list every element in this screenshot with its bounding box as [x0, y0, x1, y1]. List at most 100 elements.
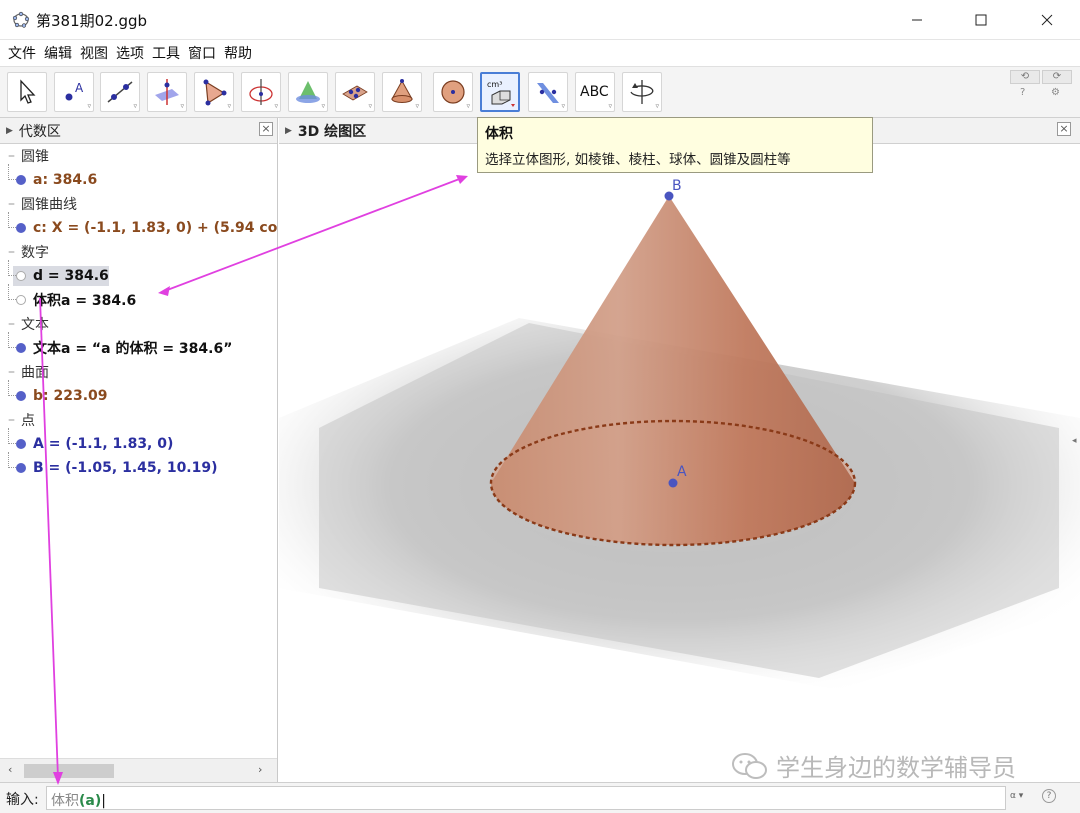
rotate-view-tool-button[interactable]: ▿ [622, 72, 662, 112]
close-algebra-button[interactable]: × [259, 122, 273, 136]
input-field[interactable]: 体积(a)| [46, 786, 1006, 810]
tree-connector [8, 380, 16, 396]
collapse-dash-icon[interactable]: – [8, 412, 15, 428]
visibility-toggle-icon[interactable] [16, 175, 26, 185]
side-collapse-icon[interactable]: ◂ [1072, 436, 1077, 446]
svg-text:A: A [75, 81, 84, 95]
menu-options[interactable]: 选项 [112, 43, 148, 63]
undo-button[interactable]: ⟲ [1010, 70, 1040, 84]
reflect-tool-button[interactable]: ▿ [528, 72, 568, 112]
polygon-tool-button[interactable]: ▿ [194, 72, 234, 112]
redo-button[interactable]: ⟳ [1042, 70, 1072, 84]
volume-tool-button[interactable]: cm³ [480, 72, 520, 112]
scroll-right-icon[interactable]: › [258, 763, 262, 776]
algebra-item[interactable]: a: 384.6 [0, 164, 277, 192]
expand-caret-icon[interactable]: ▶ [285, 126, 292, 136]
title-bar: 第381期02.ggb [0, 0, 1080, 40]
menu-file[interactable]: 文件 [4, 43, 40, 63]
algebra-group[interactable]: – 点 [0, 408, 277, 432]
algebra-header[interactable]: ▶ 代数区 × [0, 118, 277, 144]
circle-axis-tool-button[interactable]: ▿ [241, 72, 281, 112]
point-tool-button[interactable]: A ▿ [54, 72, 94, 112]
move-tool-button[interactable] [7, 72, 47, 112]
algebra-group[interactable]: – 曲面 [0, 360, 277, 384]
algebra-item[interactable]: 文本a = “a 的体积 = 384.6” [0, 332, 277, 360]
move-tool-icon [20, 79, 36, 104]
algebra-item[interactable]: 体积a = 384.6 [0, 284, 277, 312]
maximize-button[interactable] [958, 0, 1004, 40]
algebra-expression[interactable]: 文本a = “a 的体积 = 384.6” [33, 338, 232, 358]
visibility-toggle-icon[interactable] [16, 295, 26, 305]
algebra-expression[interactable]: c: X = (-1.1, 1.83, 0) + (5.94 cos [33, 220, 277, 236]
visibility-toggle-icon[interactable] [16, 391, 26, 401]
point-B-label: B [672, 178, 682, 194]
plane-intersect-tool-button[interactable]: ▿ [288, 72, 328, 112]
scroll-thumb[interactable] [24, 764, 114, 778]
minimize-icon [912, 19, 922, 21]
algebra-item[interactable]: c: X = (-1.1, 1.83, 0) + (5.94 cos [0, 212, 277, 240]
collapse-dash-icon[interactable]: – [8, 196, 15, 212]
pyramid-tool-icon [391, 79, 413, 103]
3d-scene[interactable]: B A [279, 118, 1080, 782]
help-icon[interactable]: ? [1020, 87, 1025, 98]
menu-edit[interactable]: 编辑 [40, 43, 76, 63]
graphics-3d-title: 3D 绘图区 [297, 123, 367, 140]
visibility-toggle-icon[interactable] [16, 343, 26, 353]
algebra-item[interactable]: A = (-1.1, 1.83, 0) [0, 428, 277, 456]
scroll-left-icon[interactable]: ‹ [8, 763, 12, 776]
pyramid-tool-button[interactable]: ▿ [382, 72, 422, 112]
algebra-group[interactable]: – 文本 [0, 312, 277, 336]
tree-connector [8, 332, 16, 348]
wechat-icon [732, 752, 767, 779]
algebra-expression[interactable]: a: 384.6 [33, 172, 97, 188]
sphere-tool-button[interactable]: ▿ [433, 72, 473, 112]
collapse-dash-icon[interactable]: – [8, 364, 15, 380]
gear-icon[interactable]: ⚙ [1051, 87, 1060, 98]
tree-connector [8, 260, 16, 276]
algebra-group[interactable]: – 数字 [0, 240, 277, 264]
menu-view[interactable]: 视图 [76, 43, 112, 63]
plane-tool-button[interactable]: ▿ [335, 72, 375, 112]
algebra-expression[interactable]: A = (-1.1, 1.83, 0) [33, 436, 173, 452]
window-title: 第381期02.ggb [36, 12, 148, 30]
algebra-item[interactable]: b: 223.09 [0, 380, 277, 408]
algebra-expression[interactable]: B = (-1.05, 1.45, 10.19) [33, 460, 218, 476]
collapse-dash-icon[interactable]: – [8, 244, 15, 260]
algebra-item[interactable]: B = (-1.05, 1.45, 10.19) [0, 452, 277, 480]
algebra-item[interactable]: d = 384.6 [0, 260, 277, 288]
menu-help[interactable]: 帮助 [220, 43, 256, 63]
tree-connector [8, 212, 16, 228]
algebra-expression[interactable]: b: 223.09 [33, 388, 108, 404]
input-value[interactable]: 体积(a)| [51, 790, 106, 810]
menu-tools[interactable]: 工具 [148, 43, 184, 63]
horizontal-scrollbar[interactable]: ‹ › [0, 758, 277, 782]
visibility-toggle-icon[interactable] [16, 271, 26, 281]
collapse-dash-icon[interactable]: – [8, 148, 15, 164]
dropdown-indicator-icon: ▿ [87, 102, 91, 110]
tree-connector [8, 428, 16, 444]
visibility-toggle-icon[interactable] [16, 223, 26, 233]
algebra-expression[interactable]: d = 384.6 [33, 268, 109, 284]
algebra-group-label: 点 [21, 413, 35, 429]
perpendicular-tool-icon [155, 79, 179, 105]
visibility-toggle-icon[interactable] [16, 463, 26, 473]
menu-window[interactable]: 窗口 [184, 43, 220, 63]
text-tool-button[interactable]: ABC ▿ [575, 72, 615, 112]
symbol-dropdown-icon[interactable]: α ▾ [1010, 791, 1023, 801]
perpendicular-tool-button[interactable]: ▿ [147, 72, 187, 112]
graphics-3d-view[interactable]: B A ▶ 3D 绘图区 × ◂ [279, 118, 1080, 782]
point-A-label: A [677, 464, 687, 480]
minimize-button[interactable] [894, 0, 940, 40]
watermark-text: 学生身边的数学辅导员 [776, 754, 1016, 782]
input-help-icon[interactable]: ? [1042, 789, 1056, 803]
close-window-button[interactable] [1024, 0, 1070, 40]
sphere-tool-icon [441, 80, 465, 104]
line-tool-button[interactable]: ▿ [100, 72, 140, 112]
visibility-toggle-icon[interactable] [16, 439, 26, 449]
algebra-expression[interactable]: 体积a = 384.6 [33, 290, 136, 310]
collapse-dash-icon[interactable]: – [8, 316, 15, 332]
algebra-group[interactable]: – 圆锥 [0, 144, 277, 168]
algebra-group[interactable]: – 圆锥曲线 [0, 192, 277, 216]
close-3d-button[interactable]: × [1057, 122, 1071, 136]
expand-caret-icon[interactable]: ▶ [6, 126, 13, 136]
